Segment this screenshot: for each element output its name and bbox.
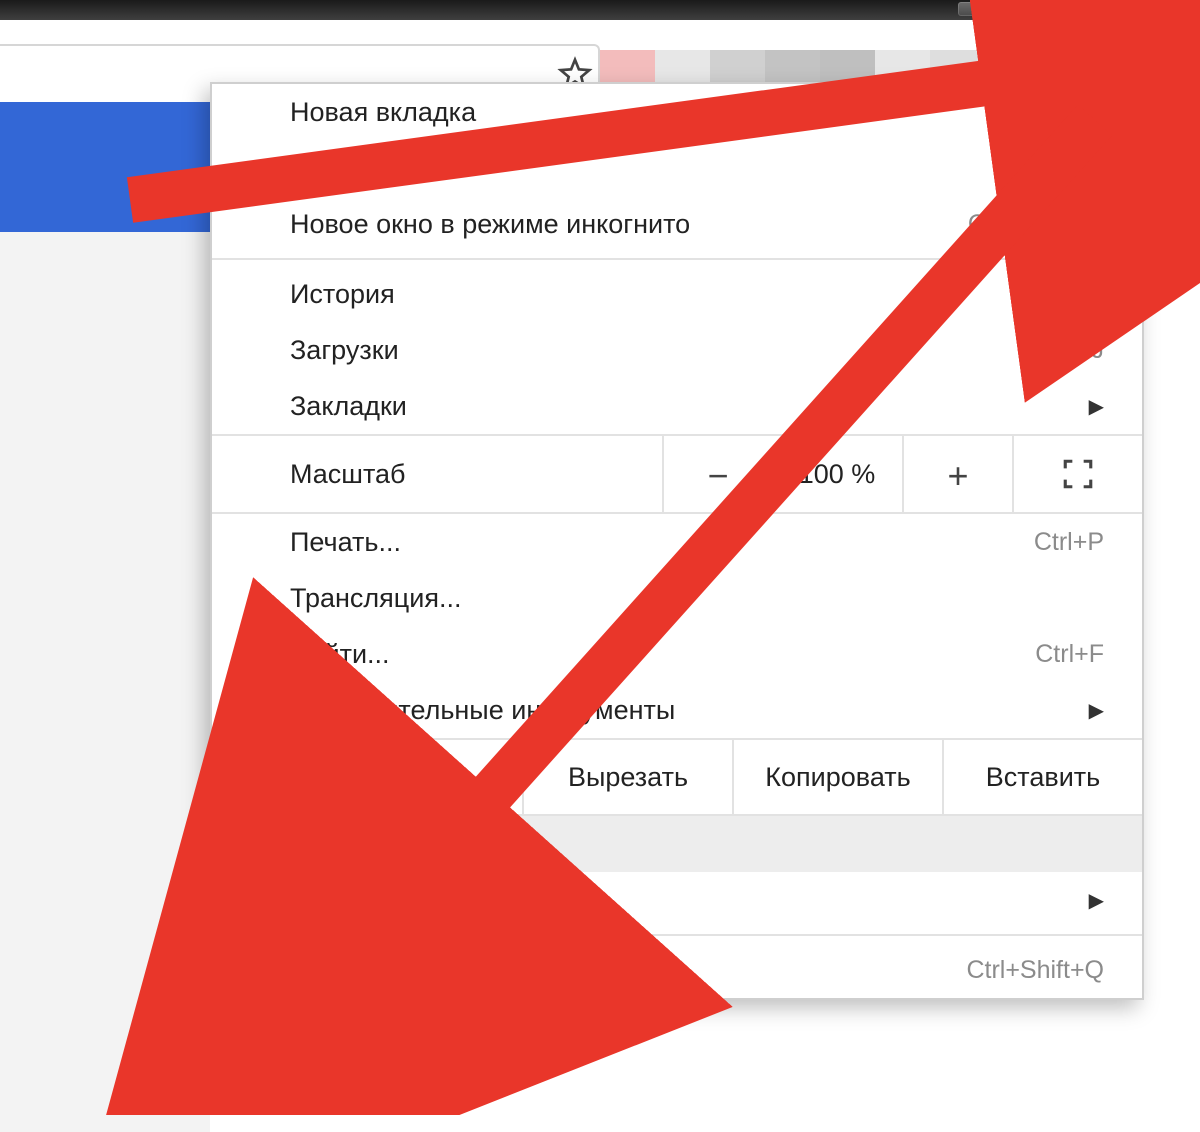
zoom-in-button[interactable]: + <box>902 436 1012 512</box>
zoom-value: 100 % <box>772 459 902 490</box>
menu-item-label: Загрузки <box>290 335 1018 366</box>
menu-item-label: Справка <box>290 885 1069 916</box>
menu-item-history[interactable]: История ▶ <box>212 266 1142 322</box>
zoom-out-button[interactable]: − <box>662 436 772 512</box>
menu-item-label: Трансляция... <box>290 583 1104 614</box>
menu-item-print[interactable]: Печать... Ctrl+P <box>212 514 1142 570</box>
menu-item-new-tab[interactable]: Новая вкладка Ctrl+T <box>212 84 1142 140</box>
copy-button[interactable]: Копировать <box>732 740 942 814</box>
zoom-label: Масштаб <box>290 459 662 490</box>
menu-item-exit[interactable]: Выход Ctrl+Shift+Q <box>212 942 1142 998</box>
menu-item-settings[interactable]: Настройки <box>212 816 1142 872</box>
menu-zoom-row: Масштаб − 100 % + <box>212 434 1142 514</box>
menu-item-label: История <box>290 279 1069 310</box>
menu-item-shortcut: Ctrl+Shift+Q <box>966 956 1104 985</box>
menu-item-label: Дополнительные инструменты <box>290 695 1069 726</box>
edit-label: Изменить <box>212 740 522 814</box>
menu-item-downloads[interactable]: Загрузки Ctrl+J <box>212 322 1142 378</box>
menu-separator <box>212 934 1142 936</box>
menu-item-label: Найти... <box>290 639 1015 670</box>
menu-item-label: Закладки <box>290 391 1069 422</box>
submenu-arrow-icon: ▶ <box>1089 888 1104 913</box>
menu-item-label: Новое окно <box>290 153 1012 184</box>
menu-item-shortcut: Ctrl+P <box>1034 528 1104 557</box>
menu-item-label: Новое окно в режиме инкогнито <box>290 209 948 240</box>
menu-item-label: Настройки <box>290 829 1104 860</box>
page-body-bg <box>0 232 210 1132</box>
page-header-blue <box>0 102 210 232</box>
menu-item-help[interactable]: Справка ▶ <box>212 872 1142 928</box>
menu-item-shortcut: Ctrl+T <box>1035 98 1104 127</box>
menu-item-label: Печать... <box>290 527 1014 558</box>
submenu-arrow-icon: ▶ <box>1089 394 1104 419</box>
menu-item-shortcut: Ctrl+F <box>1035 640 1104 669</box>
menu-item-bookmarks[interactable]: Закладки ▶ <box>212 378 1142 434</box>
menu-item-label: Выход <box>290 955 946 986</box>
menu-item-new-window[interactable]: Новое окно Ctrl+N <box>212 140 1142 196</box>
main-menu: Новая вкладка Ctrl+T Новое окно Ctrl+N Н… <box>210 82 1144 1000</box>
browser-toolbar <box>0 20 1200 90</box>
submenu-arrow-icon: ▶ <box>1089 698 1104 723</box>
fullscreen-icon <box>1061 457 1095 491</box>
menu-item-find[interactable]: Найти... Ctrl+F <box>212 626 1142 682</box>
paste-button[interactable]: Вставить <box>942 740 1142 814</box>
menu-item-shortcut: Ctrl+N <box>1032 154 1104 183</box>
menu-item-more-tools[interactable]: Дополнительные инструменты ▶ <box>212 682 1142 738</box>
cut-button[interactable]: Вырезать <box>522 740 732 814</box>
os-window-controls <box>958 2 1180 16</box>
menu-item-shortcut: Ctrl+Shift+N <box>968 210 1104 239</box>
menu-item-incognito[interactable]: Новое окно в режиме инкогнито Ctrl+Shift… <box>212 196 1142 252</box>
menu-item-shortcut: Ctrl+J <box>1038 336 1104 365</box>
menu-item-label: Новая вкладка <box>290 97 1015 128</box>
fullscreen-button[interactable] <box>1012 436 1142 512</box>
menu-edit-row: Изменить Вырезать Копировать Вставить <box>212 738 1142 816</box>
os-titlebar <box>0 0 1200 20</box>
menu-item-cast[interactable]: Трансляция... <box>212 570 1142 626</box>
menu-separator <box>212 258 1142 260</box>
submenu-arrow-icon: ▶ <box>1089 282 1104 307</box>
